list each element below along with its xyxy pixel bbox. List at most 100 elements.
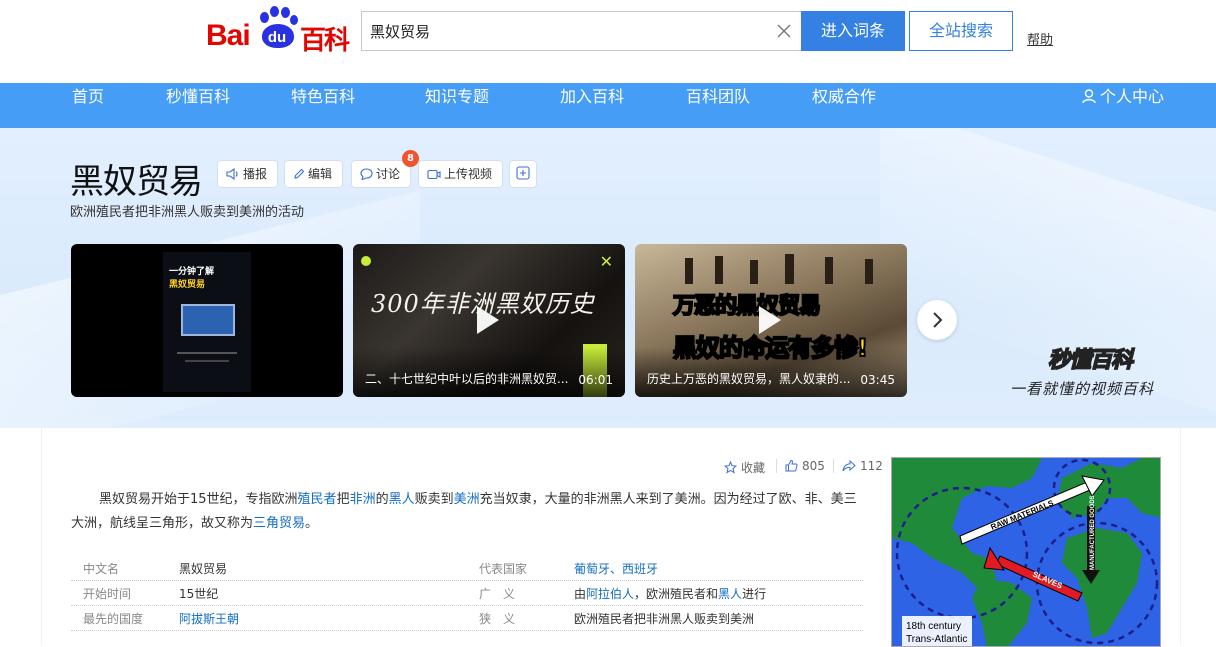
info-value: 葡萄牙、西班牙 <box>574 560 658 577</box>
user-icon <box>1082 89 1096 104</box>
main-content: 收藏 805 112 黑奴贸易开始于15世纪，专指欧洲殖民者把非洲的黑人贩卖到美… <box>41 428 1181 647</box>
discuss-button[interactable]: 讨论 <box>351 160 412 188</box>
like-count: 805 <box>802 459 825 473</box>
thumbs-up-icon <box>785 459 798 472</box>
video-card-3[interactable]: 万恶的黑奴贸易 黑奴的命运有多惨! 历史上万恶的黑奴贸易，黑人奴隶的... 03… <box>635 244 907 397</box>
miaodong-slogan: 一看就懂的视频百科 <box>1010 380 1155 398</box>
action-divider <box>833 459 834 473</box>
speaker-icon <box>226 167 238 181</box>
link-arabs[interactable]: 阿拉伯人 <box>586 587 634 601</box>
link-triangle-trade[interactable]: 三角贸易 <box>253 516 305 531</box>
info-key: 狭 义 <box>479 612 516 626</box>
logo-du-text: du <box>267 29 287 46</box>
user-center-link[interactable]: 个人中心 <box>1082 83 1164 128</box>
main-nav: 首页 秒懂百科 特色百科 知识专题 加入百科 百科团队 权威合作 个人中心 <box>0 83 1216 128</box>
info-key: 开始时间 <box>83 587 132 601</box>
search-input[interactable] <box>370 12 770 50</box>
nav-item-featured[interactable]: 特色百科 <box>291 83 355 128</box>
logo-baike-text: 百科 <box>300 26 350 56</box>
info-value: 欧洲殖民者把非洲黑人贩卖到美洲 <box>574 612 755 626</box>
entry-subtitle: 欧洲殖民者把非洲黑人贩卖到美洲的活动 <box>70 205 305 220</box>
video-caption: 历史上万恶的黑奴贸易，黑人奴隶的... <box>647 372 851 386</box>
like-button[interactable]: 805 <box>785 459 825 473</box>
summary-text: 黑奴贸易开始于15世纪，专指欧洲 <box>99 492 298 507</box>
video-card-2[interactable]: ✕ 300年非洲黑奴历史 二、十七世纪中叶以后的非洲黑奴贸... 06:01 <box>353 244 625 397</box>
discuss-label: 讨论 <box>376 167 401 181</box>
share-button[interactable]: 112 <box>842 459 883 473</box>
add-button[interactable] <box>509 160 537 188</box>
thumbnail-line <box>177 352 237 354</box>
carousel-next-button[interactable] <box>917 300 957 340</box>
broadcast-button[interactable]: 播报 <box>217 160 279 188</box>
logo-bai-text: Bai <box>206 19 251 52</box>
triangle-trade-map-image[interactable]: RAW MATERIALS MANUFACTURED GOODS SLAVES … <box>891 457 1161 647</box>
info-key: 代表国家 <box>479 562 528 576</box>
page-title: 黑奴贸易 <box>70 162 203 202</box>
header: Bai du 百科 进入词条 全站搜索 帮助 <box>0 0 1216 83</box>
plus-square-icon <box>516 166 530 180</box>
upload-video-label: 上传视频 <box>444 167 493 181</box>
info-value: 黑奴贸易 <box>179 562 228 576</box>
nav-item-home[interactable]: 首页 <box>72 83 104 128</box>
play-icon[interactable] <box>477 306 499 334</box>
baidu-baike-logo[interactable]: Bai du 百科 <box>205 6 350 56</box>
info-text: 由 <box>574 587 587 601</box>
link-abbasid[interactable]: 阿拔斯王朝 <box>179 612 239 626</box>
collect-label: 收藏 <box>741 461 766 475</box>
map-caption-century: 18th century <box>906 621 961 632</box>
play-icon[interactable] <box>759 306 781 334</box>
thumbnail-cross-mark: ✕ <box>599 252 613 271</box>
thumbnail-figures <box>685 254 873 284</box>
link-colonist[interactable]: 殖民者 <box>298 492 337 507</box>
info-key: 最先的国度 <box>83 612 144 626</box>
video-cover-subtitle: 黑奴贸易 <box>169 280 206 290</box>
info-text: ，欧洲殖民者和 <box>634 587 719 601</box>
video-cover-title: 一分钟了解 <box>169 267 215 277</box>
help-link[interactable]: 帮助 <box>1027 29 1053 48</box>
pencil-icon <box>294 168 305 179</box>
link-america[interactable]: 美洲 <box>454 492 480 507</box>
star-icon <box>723 460 738 474</box>
close-icon[interactable] <box>776 23 792 39</box>
video-cover-title: 万恶的黑奴贸易 <box>672 293 822 320</box>
nav-item-miaodong[interactable]: 秒懂百科 <box>166 83 230 128</box>
collect-button[interactable]: 收藏 <box>723 459 766 476</box>
info-value: 15世纪 <box>179 587 219 601</box>
map-illustration: RAW MATERIALS MANUFACTURED GOODS SLAVES … <box>892 458 1160 646</box>
upload-video-button[interactable]: 上传视频 <box>418 160 504 188</box>
basic-info-table: 中文名 黑奴贸易 代表国家 葡萄牙、西班牙 开始时间 15世纪 广 义 由阿拉伯… <box>71 556 863 631</box>
broadcast-label: 播报 <box>243 167 268 181</box>
video-card-1[interactable]: 一分钟了解 黑奴贸易 <box>71 244 343 397</box>
chevron-right-icon <box>933 312 943 328</box>
thumbnail-line <box>185 360 229 362</box>
user-center-label: 个人中心 <box>1100 87 1165 106</box>
entry-hero: 黑奴贸易 播报 编辑 讨论 8 上传视频 欧洲殖民者把非洲黑人贩卖到美洲的活动 … <box>0 128 1216 428</box>
enter-entry-button[interactable]: 进入词条 <box>801 11 905 51</box>
video-thumbnail: 一分钟了解 黑奴贸易 <box>163 252 251 392</box>
thumbnail-screen <box>181 304 235 336</box>
nav-item-cooperation[interactable]: 权威合作 <box>812 83 876 128</box>
video-duration: 03:45 <box>860 373 895 387</box>
link-countries[interactable]: 葡萄牙、西班牙 <box>574 562 658 576</box>
video-duration: 06:01 <box>578 373 613 387</box>
share-icon <box>842 459 856 472</box>
map-label-manufactured: MANUFACTURED GOODS <box>1090 495 1096 570</box>
summary-text: 的 <box>375 492 389 507</box>
edit-button[interactable]: 编辑 <box>284 160 344 188</box>
nav-item-team[interactable]: 百科团队 <box>686 83 750 128</box>
summary-text: 贩卖到 <box>414 492 454 507</box>
miaodong-logo: 秒懂百科 <box>1047 346 1134 374</box>
search-box <box>361 11 802 51</box>
action-divider <box>776 459 777 473</box>
edit-label: 编辑 <box>308 167 333 181</box>
nav-item-join[interactable]: 加入百科 <box>560 83 624 128</box>
info-text: 进行 <box>742 587 767 601</box>
chat-bubble-icon <box>360 168 373 181</box>
nav-item-topics[interactable]: 知识专题 <box>425 83 489 128</box>
summary-text: 。 <box>305 516 319 531</box>
site-search-button[interactable]: 全站搜索 <box>909 11 1013 51</box>
map-caption-atlantic: Trans-Atlantic <box>906 634 967 645</box>
link-black-people[interactable]: 黑人 <box>389 492 415 507</box>
link-africa[interactable]: 非洲 <box>350 492 376 507</box>
link-black-people[interactable]: 黑人 <box>718 587 742 601</box>
